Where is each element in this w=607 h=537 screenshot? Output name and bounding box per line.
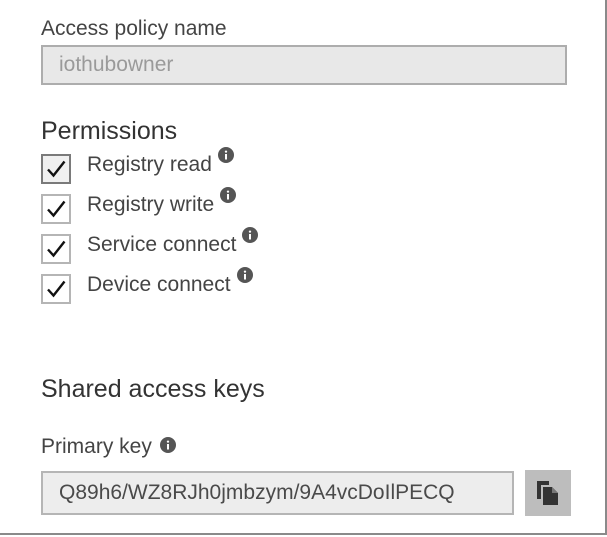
info-icon[interactable] (159, 437, 176, 454)
device-connect-checkbox[interactable] (41, 274, 71, 304)
policy-name-field[interactable] (41, 45, 567, 85)
info-icon[interactable] (242, 227, 259, 244)
policy-name-label: Access policy name (41, 17, 227, 40)
service-connect-checkbox[interactable] (41, 234, 71, 264)
registry-read-checkbox[interactable] (41, 154, 71, 184)
device-connect-label: Device connect (87, 267, 253, 297)
permission-registry-write[interactable]: Registry write (41, 187, 237, 226)
registry-read-label: Registry read (87, 147, 234, 177)
registry-write-label: Registry write (87, 187, 237, 217)
permissions-heading: Permissions (41, 117, 178, 145)
primary-key-label: Primary key (41, 435, 176, 459)
service-connect-label: Service connect (87, 227, 259, 257)
info-icon[interactable] (220, 187, 237, 204)
permission-device-connect[interactable]: Device connect (41, 267, 253, 306)
checkmark-icon (47, 160, 66, 178)
checkmark-icon (47, 200, 66, 218)
copy-icon (537, 481, 558, 505)
shared-access-keys-heading: Shared access keys (41, 375, 265, 403)
info-icon[interactable] (236, 267, 253, 284)
copy-primary-key-button[interactable] (525, 470, 571, 516)
permission-registry-read[interactable]: Registry read (41, 147, 234, 186)
checkmark-icon (47, 280, 66, 298)
permission-service-connect[interactable]: Service connect (41, 227, 259, 266)
primary-key-field[interactable] (41, 471, 514, 515)
info-icon[interactable] (217, 147, 234, 164)
registry-write-checkbox[interactable] (41, 194, 71, 224)
checkmark-icon (47, 240, 66, 258)
access-policy-panel: Access policy name Permissions Registry … (0, 0, 607, 535)
